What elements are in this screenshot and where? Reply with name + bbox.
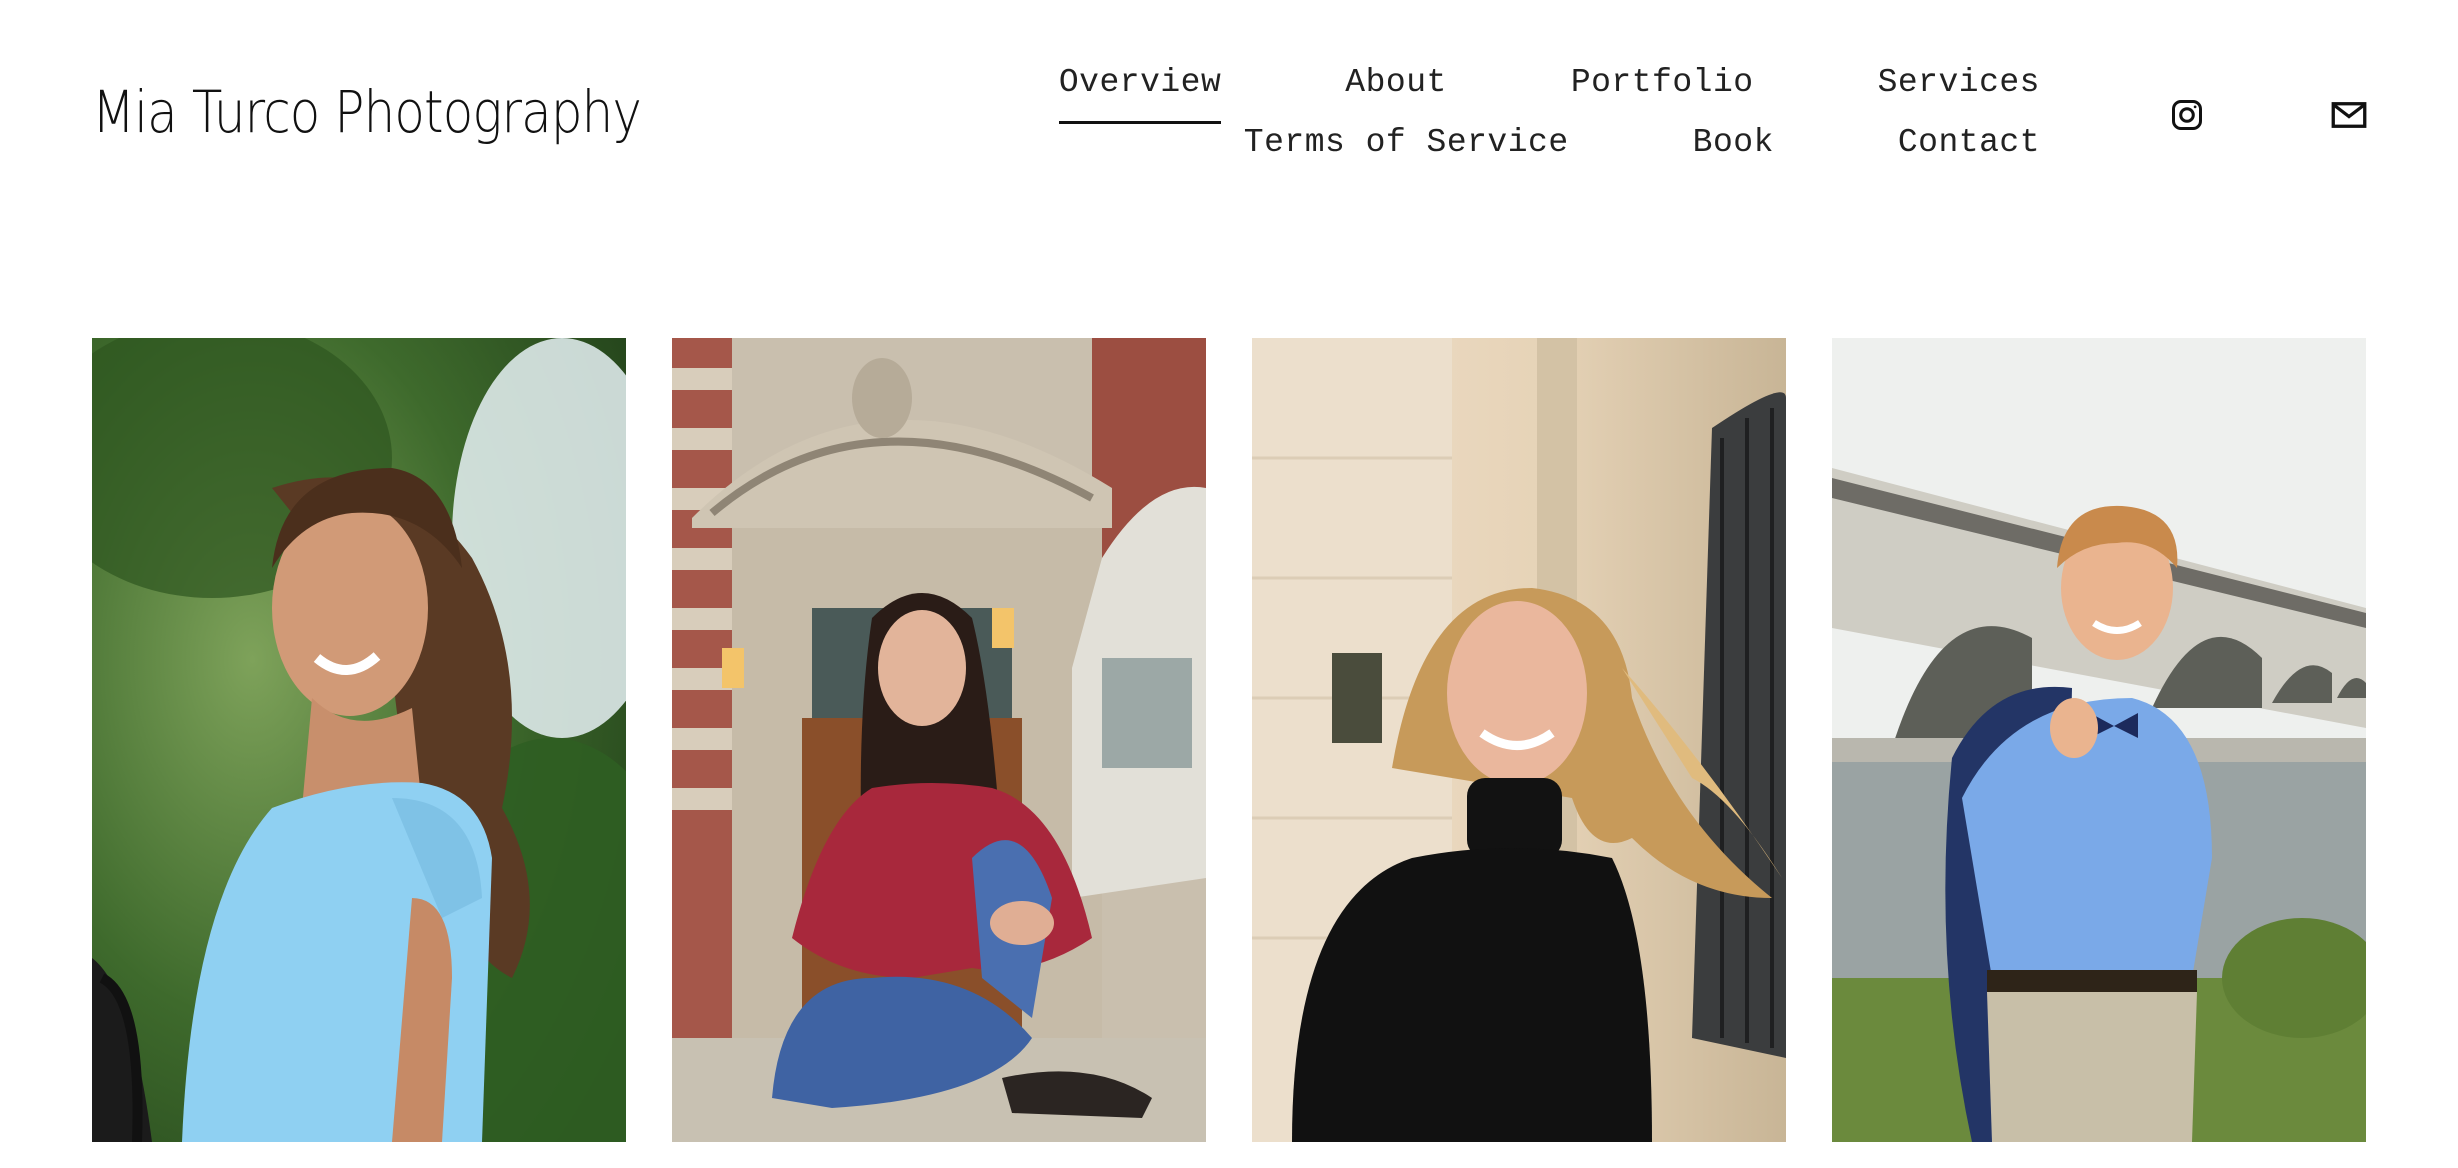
nav-row-1: Overview About Portfolio Services xyxy=(1058,64,2040,124)
portrait-gallery xyxy=(92,338,2366,1142)
gallery-photo-3[interactable] xyxy=(1252,338,1786,1142)
email-icon[interactable] xyxy=(2330,96,2368,134)
nav-terms-of-service[interactable]: Terms of Service xyxy=(1244,124,1569,184)
gallery-photo-1[interactable] xyxy=(92,338,626,1142)
gallery-photo-2[interactable] xyxy=(672,338,1206,1142)
main-nav: Overview About Portfolio Services Terms … xyxy=(1058,64,2040,184)
nav-about[interactable]: About xyxy=(1345,64,1447,124)
gallery-photo-4[interactable] xyxy=(1832,338,2366,1142)
nav-services[interactable]: Services xyxy=(1878,64,2040,124)
nav-overview[interactable]: Overview xyxy=(1058,64,1222,124)
nav-row-2: Terms of Service Book Contact xyxy=(1060,124,2040,184)
nav-book[interactable]: Book xyxy=(1693,124,1774,184)
nav-portfolio[interactable]: Portfolio xyxy=(1571,64,1754,124)
site-title[interactable]: Mia Turco Photography xyxy=(92,78,642,146)
nav-contact[interactable]: Contact xyxy=(1898,124,2040,184)
instagram-icon[interactable] xyxy=(2168,96,2206,134)
